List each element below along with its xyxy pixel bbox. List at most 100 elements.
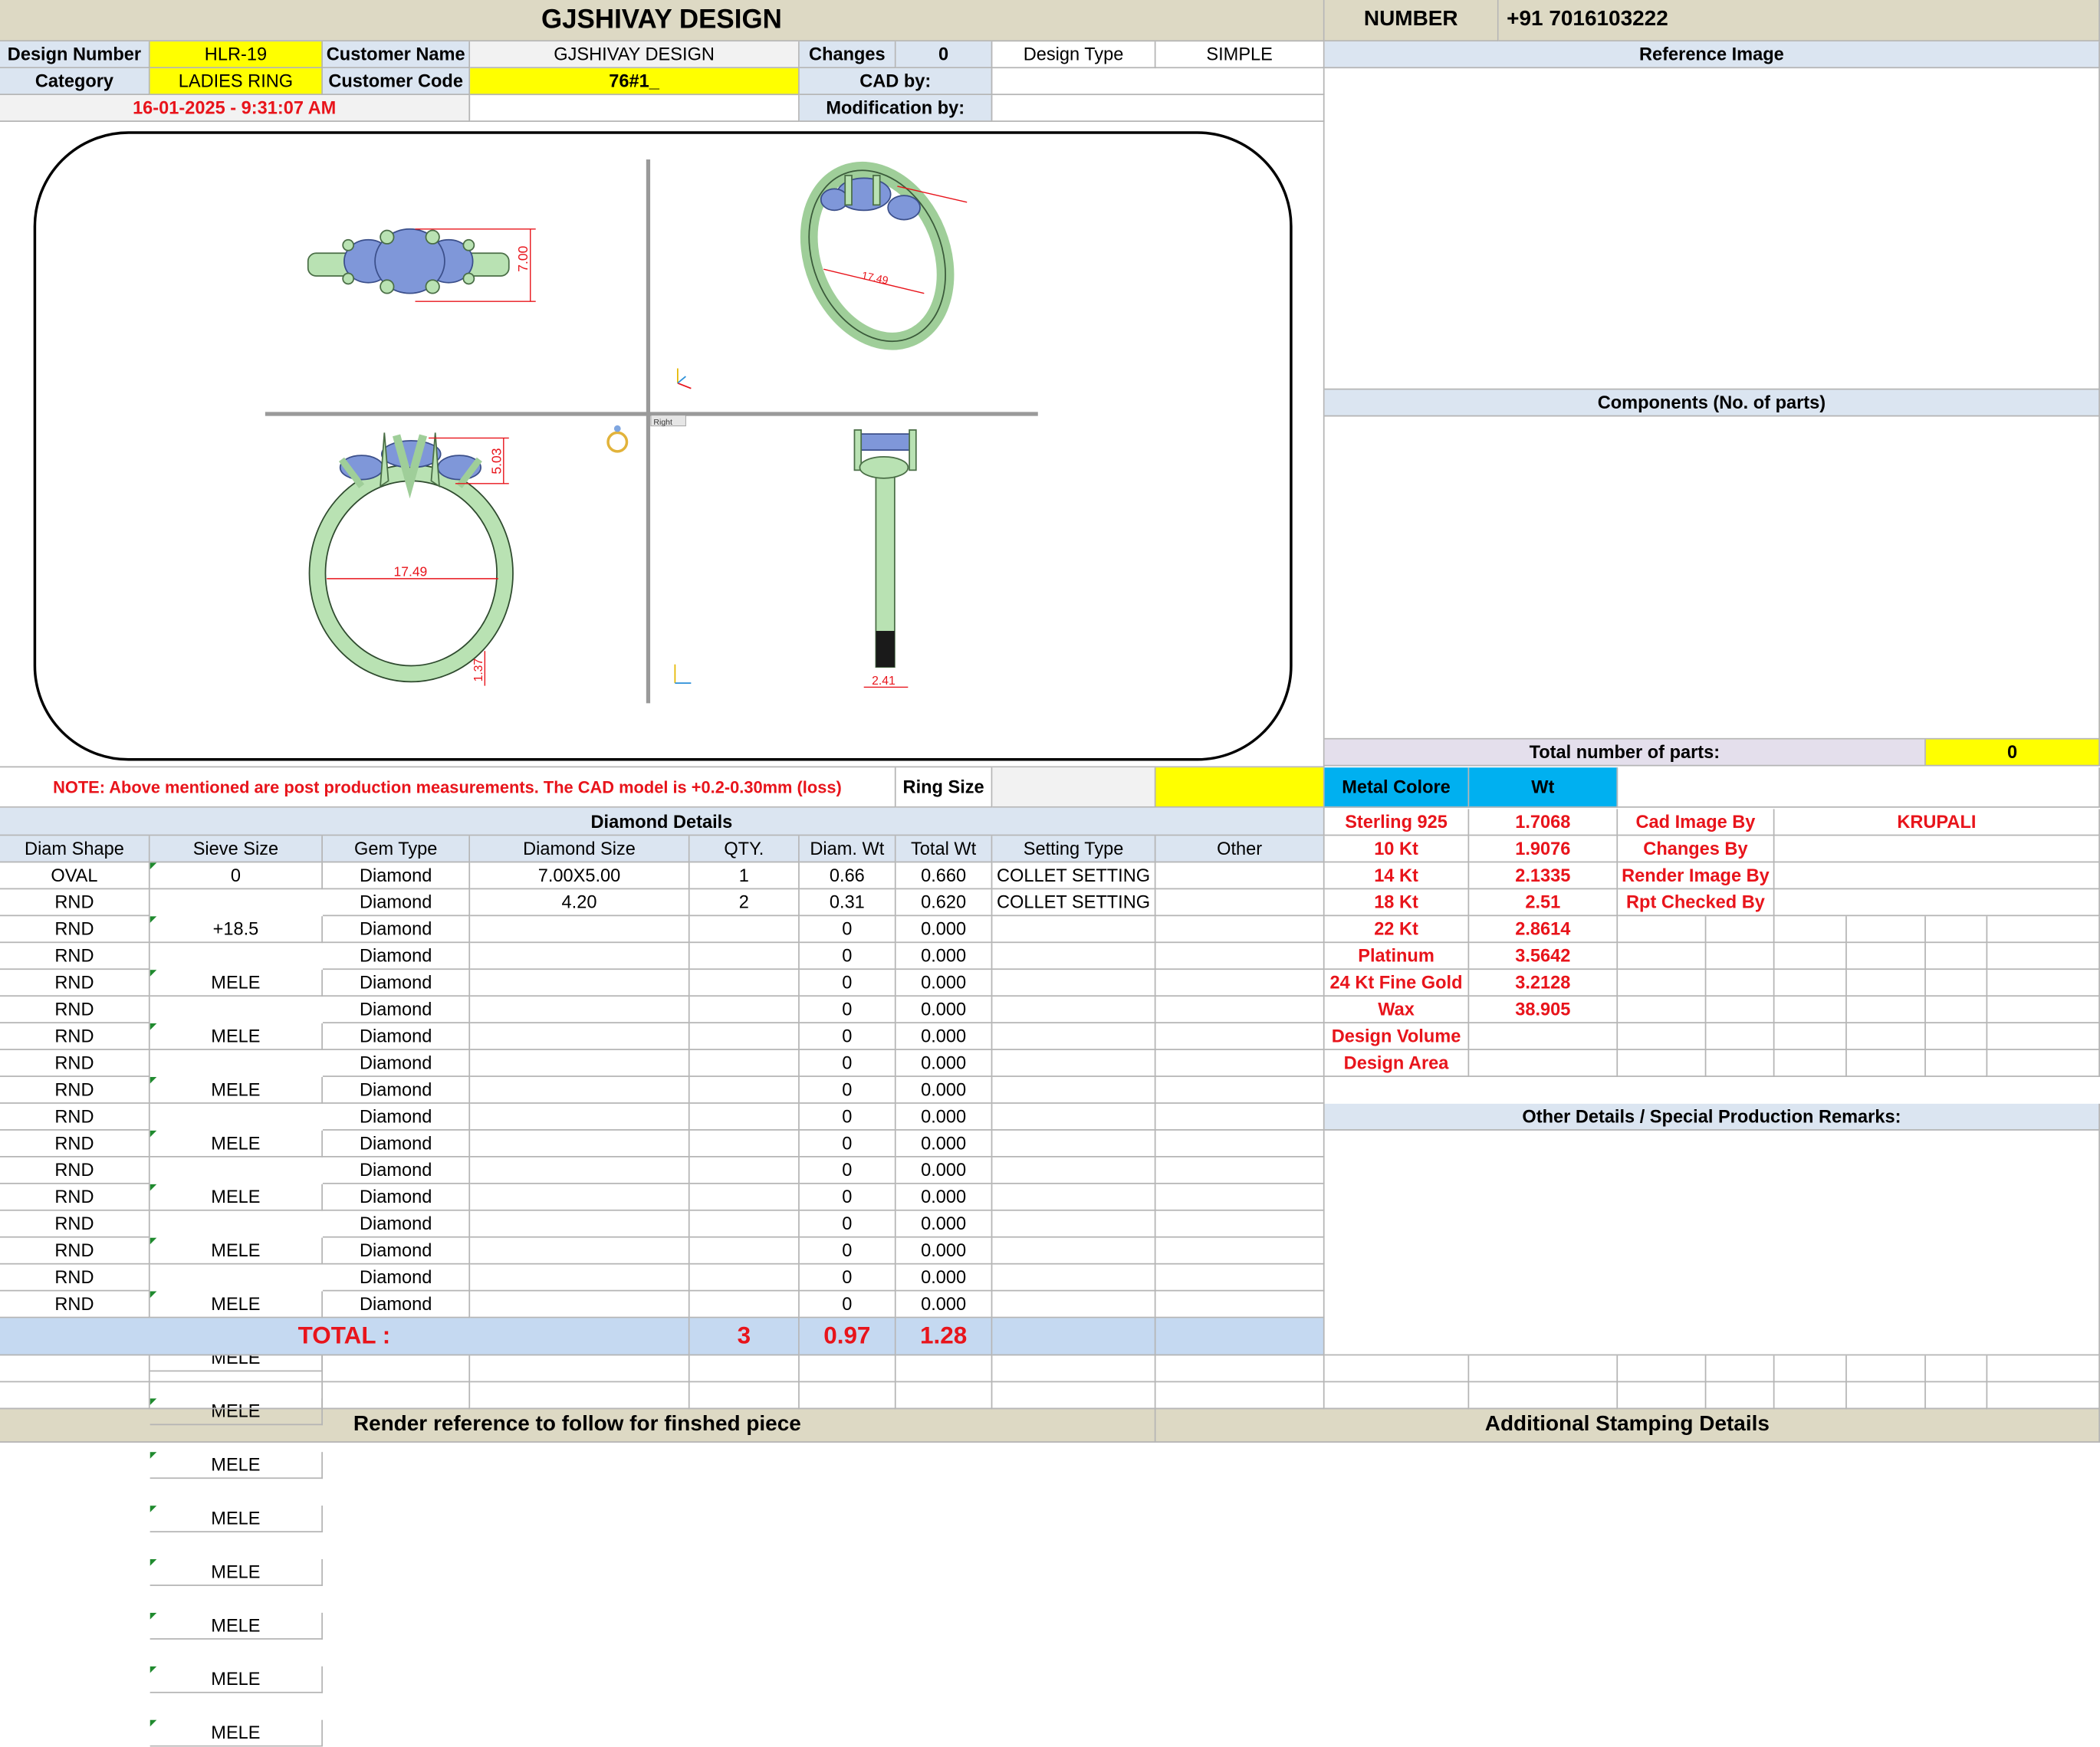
metal-weight[interactable]: 2.1335 (1469, 862, 1619, 890)
diamond-cell[interactable]: 7.00X5.00 (470, 862, 690, 890)
metal-weight[interactable]: 2.8614 (1469, 916, 1619, 944)
diamond-cell[interactable] (1155, 1157, 1325, 1184)
grid-cell[interactable] (1846, 997, 1926, 1024)
diamond-cell[interactable]: 1 (689, 862, 800, 890)
blank-cell[interactable] (799, 1355, 896, 1383)
diamond-cell[interactable] (1155, 1184, 1325, 1211)
grid-cell[interactable] (1774, 1049, 1847, 1077)
diamond-cell[interactable] (689, 916, 800, 944)
diamond-cell[interactable]: 0 (799, 1184, 896, 1211)
grid-cell[interactable] (1987, 970, 2100, 997)
grid-cell[interactable] (1925, 1049, 1988, 1077)
diamond-cell[interactable]: COLLET SETTING (992, 889, 1156, 917)
diamond-cell[interactable] (689, 1130, 800, 1158)
blank-cell[interactable] (1155, 1355, 1325, 1383)
diamond-cell[interactable]: 0 (799, 997, 896, 1024)
diamond-cell[interactable] (1155, 1210, 1325, 1238)
diamond-cell[interactable] (470, 1210, 690, 1238)
diamond-cell[interactable]: 0 (799, 1049, 896, 1077)
diamond-cell[interactable]: 0.620 (896, 889, 993, 917)
diamond-cell[interactable]: 0.000 (896, 1076, 993, 1104)
blank-cell[interactable] (470, 1382, 690, 1410)
render-image-by-value[interactable] (1774, 862, 2100, 890)
diamond-cell[interactable]: 0.000 (896, 916, 993, 944)
diamond-cell[interactable] (470, 1264, 690, 1292)
category-value[interactable]: LADIES RING (150, 68, 323, 96)
diamond-cell[interactable]: RND (0, 1264, 150, 1292)
diamond-cell[interactable]: 0.000 (896, 970, 993, 997)
grid-cell[interactable] (1774, 970, 1847, 997)
diamond-cell[interactable]: 0 (799, 1237, 896, 1265)
changes-value[interactable]: 0 (896, 41, 993, 69)
diamond-cell[interactable]: 0.000 (896, 997, 993, 1024)
rpt-checked-by-value[interactable] (1774, 889, 2100, 917)
diamond-cell[interactable]: 0 (799, 1130, 896, 1158)
diamond-cell[interactable]: 0.31 (799, 889, 896, 917)
diamond-cell[interactable]: 0.000 (896, 1130, 993, 1158)
diamond-cell[interactable]: 0.000 (896, 1049, 993, 1077)
blank-cell[interactable] (896, 1382, 993, 1410)
diamond-cell[interactable] (689, 1049, 800, 1077)
diamond-cell[interactable]: Diamond (322, 1023, 471, 1050)
grid-cell[interactable] (1846, 1023, 1926, 1050)
diamond-cell[interactable] (992, 1049, 1156, 1077)
diamond-cell[interactable]: MELE (150, 1612, 323, 1640)
diamond-cell[interactable] (470, 1291, 690, 1318)
diamond-cell[interactable] (689, 970, 800, 997)
grid-cell[interactable] (1706, 1049, 1775, 1077)
diamond-cell[interactable]: RND (0, 889, 150, 917)
metal-weight[interactable] (1469, 1049, 1619, 1077)
design-number-value[interactable]: HLR-19 (150, 41, 323, 69)
diamond-cell[interactable]: MELE (150, 1506, 323, 1533)
diamond-cell[interactable]: MELE (150, 1076, 323, 1104)
blank-cell[interactable] (992, 1355, 1156, 1383)
diamond-cell[interactable]: Diamond (322, 1130, 471, 1158)
diamond-cell[interactable]: OVAL (0, 862, 150, 890)
diamond-cell[interactable] (470, 916, 690, 944)
grid-cell[interactable] (1774, 916, 1847, 944)
customer-name-value[interactable]: GJSHIVAY DESIGN (470, 41, 800, 69)
diamond-cell[interactable]: RND (0, 1023, 150, 1050)
blank-cell[interactable] (322, 1355, 471, 1383)
diamond-cell[interactable]: MELE (150, 1237, 323, 1265)
metal-weight[interactable]: 38.905 (1469, 997, 1619, 1024)
total-parts-value[interactable]: 0 (1925, 739, 2100, 767)
diamond-cell[interactable]: Diamond (322, 1049, 471, 1077)
diamond-cell[interactable]: RND (0, 1049, 150, 1077)
blank-cell[interactable] (1774, 1382, 1847, 1410)
diamond-cell[interactable]: 0 (799, 1023, 896, 1050)
diamond-cell[interactable] (470, 1023, 690, 1050)
diamond-cell[interactable] (689, 997, 800, 1024)
metal-weight[interactable]: 3.5642 (1469, 943, 1619, 970)
diamond-cell[interactable]: 0.000 (896, 1103, 993, 1131)
customer-code-value[interactable]: 76#1_ (470, 68, 800, 96)
diamond-cell[interactable] (992, 1023, 1156, 1050)
diamond-cell[interactable]: Diamond (322, 862, 471, 890)
diamond-cell[interactable]: RND (0, 1157, 150, 1184)
diamond-cell[interactable] (689, 1264, 800, 1292)
grid-cell[interactable] (1706, 997, 1775, 1024)
diamond-cell[interactable]: 4.20 (470, 889, 690, 917)
diamond-cell[interactable]: 0.000 (896, 1237, 993, 1265)
diamond-cell[interactable] (689, 1184, 800, 1211)
diamond-cell[interactable] (470, 1103, 690, 1131)
diamond-cell[interactable]: Diamond (322, 1076, 471, 1104)
diamond-cell[interactable]: 0 (799, 1210, 896, 1238)
diamond-cell[interactable] (470, 970, 690, 997)
diamond-cell[interactable] (992, 1237, 1156, 1265)
diamond-cell[interactable] (470, 1184, 690, 1211)
diamond-cell[interactable]: 0.000 (896, 1023, 993, 1050)
diamond-cell[interactable]: Diamond (322, 1237, 471, 1265)
diamond-cell[interactable]: RND (0, 1130, 150, 1158)
diamond-cell[interactable]: RND (0, 916, 150, 944)
diamond-cell[interactable] (992, 997, 1156, 1024)
diamond-cell[interactable] (1155, 916, 1325, 944)
diamond-cell[interactable] (1155, 970, 1325, 997)
diamond-cell[interactable]: Diamond (322, 889, 471, 917)
blank-cell[interactable] (689, 1355, 800, 1383)
diamond-cell[interactable]: 0 (799, 1264, 896, 1292)
diamond-cell[interactable] (1155, 1049, 1325, 1077)
diamond-cell[interactable]: Diamond (322, 1264, 471, 1292)
cad-image-by-value[interactable]: KRUPALI (1774, 809, 2100, 836)
grid-cell[interactable] (1706, 1023, 1775, 1050)
